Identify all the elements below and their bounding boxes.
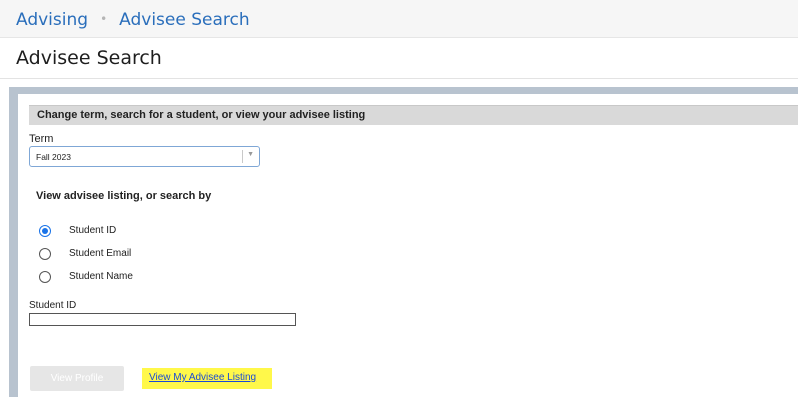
search-panel: Change term, search for a student, or vi… bbox=[9, 87, 798, 397]
select-divider bbox=[242, 150, 243, 163]
advisee-listing-highlight: View My Advisee Listing bbox=[142, 368, 272, 389]
radio-student-id[interactable] bbox=[39, 225, 51, 237]
view-advisee-listing-link[interactable]: View My Advisee Listing bbox=[149, 372, 256, 383]
panel-header-text: Change term, search for a student, or vi… bbox=[37, 109, 366, 121]
term-select-value: Fall 2023 bbox=[36, 152, 71, 162]
student-id-label: Student ID bbox=[29, 300, 77, 311]
breadcrumb-current[interactable]: Advisee Search bbox=[119, 10, 250, 30]
radio-label-student-email[interactable]: Student Email bbox=[69, 248, 131, 259]
term-select[interactable]: Fall 2023 ▼ bbox=[29, 146, 260, 167]
panel-header: Change term, search for a student, or vi… bbox=[29, 105, 798, 125]
radio-label-student-id[interactable]: Student ID bbox=[69, 225, 116, 236]
title-divider bbox=[0, 78, 798, 79]
view-profile-label: View Profile bbox=[50, 373, 104, 384]
view-profile-button[interactable]: View Profile bbox=[30, 366, 124, 391]
student-id-input[interactable] bbox=[29, 313, 296, 326]
breadcrumb: Advising • Advisee Search bbox=[16, 10, 250, 30]
breadcrumb-advising-link[interactable]: Advising bbox=[16, 10, 88, 30]
top-bar: Advising • Advisee Search bbox=[0, 0, 798, 38]
breadcrumb-separator: • bbox=[100, 12, 108, 26]
chevron-down-icon[interactable]: ▼ bbox=[247, 151, 254, 158]
term-label: Term bbox=[29, 133, 54, 145]
page-title: Advisee Search bbox=[16, 47, 162, 69]
radio-student-email[interactable] bbox=[39, 248, 51, 260]
search-by-label: View advisee listing, or search by bbox=[36, 190, 212, 202]
radio-label-student-name[interactable]: Student Name bbox=[69, 271, 133, 282]
radio-student-name[interactable] bbox=[39, 271, 51, 283]
